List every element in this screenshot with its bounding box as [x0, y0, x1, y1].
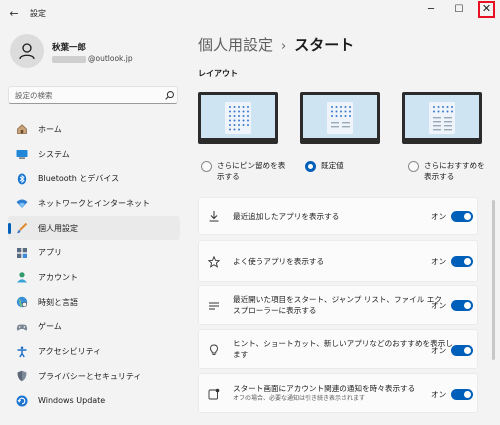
sidebar-item-bluetooth[interactable]: Bluetooth とデバイス [8, 166, 180, 191]
setting-label: ヒント、ショートカット、新しいアプリなどのおすすめを表示し ます [233, 339, 453, 359]
gamepad-icon [16, 321, 28, 333]
wifi-icon [16, 197, 28, 209]
sidebar-item-label: Windows Update [38, 396, 106, 406]
user-name: 秋葉一郎 [52, 43, 87, 53]
scrollbar[interactable] [492, 200, 495, 360]
search-box[interactable] [8, 86, 178, 104]
sidebar-item-label: アプリ [38, 248, 62, 258]
home-icon [16, 123, 28, 135]
setting-row-recent-apps[interactable]: 最近追加したアプリを表示する オン [198, 197, 478, 235]
setting-label: 最近追加したアプリを表示する [233, 212, 340, 221]
sidebar-item-personalization[interactable]: 個人用設定 [8, 215, 180, 241]
toggle-state-label: オン [431, 257, 447, 266]
start-pins-grid-icon [229, 106, 249, 131]
page-title: スタート [294, 36, 355, 54]
recommendations-toggle[interactable] [451, 345, 473, 356]
search-input[interactable] [15, 90, 155, 101]
sidebar-item-gaming[interactable]: ゲーム [8, 315, 180, 340]
setting-label: スタート画面にアカウント関連の通知を時々表示する オフの場合、必要な通知は引き続き… [233, 384, 416, 402]
layout-option-label: さらにおすすめを 表示する [424, 161, 485, 181]
setting-row-account-notifications[interactable]: スタート画面にアカウント関連の通知を時々表示する オフの場合、必要な通知は引き続き… [198, 373, 478, 413]
radio-button[interactable] [201, 161, 212, 172]
toggle-state-label: オン [431, 212, 447, 221]
start-recommend-grid-icon [433, 106, 453, 131]
sidebar-item-label: アカウント [38, 272, 78, 282]
sidebar-item-network[interactable]: ネットワークとインターネット [8, 191, 180, 216]
close-button[interactable]: ✕ [478, 1, 495, 18]
account-icon [16, 271, 28, 283]
layout-option-more-recommendations[interactable]: さらにおすすめを 表示する [408, 160, 485, 182]
sidebar-item-label: ゲーム [38, 322, 62, 332]
layout-preview-more-pins[interactable] [198, 92, 278, 144]
avatar[interactable] [10, 34, 44, 68]
apps-icon [16, 247, 28, 259]
setting-row-recommendations[interactable]: ヒント、ショートカット、新しいアプリなどのおすすめを表示し ます オン [198, 329, 478, 369]
layout-option-label: 既定値 [321, 161, 344, 170]
search-icon[interactable] [164, 90, 175, 101]
sidebar-item-home[interactable]: ホーム [8, 117, 180, 142]
layout-option-default[interactable]: 既定値 [305, 160, 344, 172]
toggle-state-label: オン [431, 390, 447, 399]
bluetooth-icon [16, 173, 28, 185]
person-icon [19, 43, 35, 60]
setting-row-most-used-apps[interactable]: よく使うアプリを表示する オン [198, 240, 478, 282]
maximize-button[interactable]: ☐ [446, 0, 472, 22]
most-used-apps-toggle[interactable] [451, 256, 473, 267]
system-icon [16, 148, 28, 160]
sidebar-item-system[interactable]: システム [8, 142, 180, 167]
sidebar-item-label: 個人用設定 [38, 223, 78, 233]
sidebar-item-accounts[interactable]: アカウント [8, 265, 180, 290]
breadcrumb-parent[interactable]: 個人用設定 [198, 36, 273, 54]
radio-button-selected[interactable] [305, 161, 316, 172]
update-icon [16, 395, 28, 407]
shield-icon [16, 370, 28, 382]
email-redaction [52, 56, 86, 63]
breadcrumb: 個人用設定 › スタート [198, 34, 354, 55]
toggle-state-label: オン [431, 301, 447, 310]
sidebar-item-apps[interactable]: アプリ [8, 240, 180, 265]
setting-description: オフの場合、必要な通知は引き続き表示されます [233, 395, 366, 402]
radio-button[interactable] [408, 161, 419, 172]
setting-label: 最近開いた項目をスタート、ジャンプ リスト、ファイル エク スプローラーに表示する [233, 295, 442, 315]
star-icon [208, 256, 220, 268]
title-bar: ← 設定 ─ ☐ ✕ [0, 0, 500, 28]
sidebar-item-time-language[interactable]: 時刻と言語 [8, 290, 180, 315]
layout-option-label: さらにピン留めを表 示する [217, 161, 286, 181]
layout-preview-more-recommendations[interactable] [402, 92, 482, 144]
sidebar-item-windows-update[interactable]: Windows Update [8, 389, 180, 414]
sidebar-item-label: システム [38, 149, 70, 159]
sidebar-item-label: 時刻と言語 [38, 297, 78, 307]
accessibility-icon [16, 346, 28, 358]
paintbrush-icon [16, 222, 28, 234]
breadcrumb-separator: › [281, 39, 287, 54]
minimize-button[interactable]: ─ [418, 0, 444, 22]
layout-preview-default[interactable] [300, 92, 380, 144]
sidebar-item-label: ネットワークとインターネット [38, 198, 150, 208]
sidebar-item-privacy[interactable]: プライバシーとセキュリティ [8, 364, 180, 389]
sidebar-item-label: アクセシビリティ [38, 347, 102, 357]
app-title: 設定 [30, 9, 46, 18]
sidebar-item-label: Bluetooth とデバイス [38, 174, 120, 184]
notification-icon [208, 388, 220, 400]
start-default-grid-icon [331, 106, 351, 128]
download-icon [208, 210, 220, 222]
account-notifications-toggle[interactable] [451, 389, 473, 400]
setting-label: よく使うアプリを表示する [233, 257, 325, 266]
layout-option-more-pins[interactable]: さらにピン留めを表 示する [201, 160, 285, 182]
sidebar-item-label: ホーム [38, 124, 62, 134]
sidebar-item-accessibility[interactable]: アクセシビリティ [8, 339, 180, 364]
sidebar-item-label: プライバシーとセキュリティ [38, 371, 142, 381]
lightbulb-icon [208, 344, 220, 356]
user-email: @outlook.jp [88, 54, 133, 63]
globe-icon [16, 296, 28, 308]
layout-section-label: レイアウト [198, 69, 238, 78]
toggle-state-label: オン [431, 346, 447, 355]
back-button[interactable]: ← [6, 6, 22, 22]
recent-apps-toggle[interactable] [451, 211, 473, 222]
recent-items-toggle[interactable] [451, 300, 473, 311]
list-icon [208, 300, 220, 312]
setting-row-recent-items[interactable]: 最近開いた項目をスタート、ジャンプ リスト、ファイル エク スプローラーに表示する… [198, 285, 478, 325]
sidebar-nav: ホーム システム Bluetooth とデバイス ネットワークとインターネット … [8, 117, 180, 413]
